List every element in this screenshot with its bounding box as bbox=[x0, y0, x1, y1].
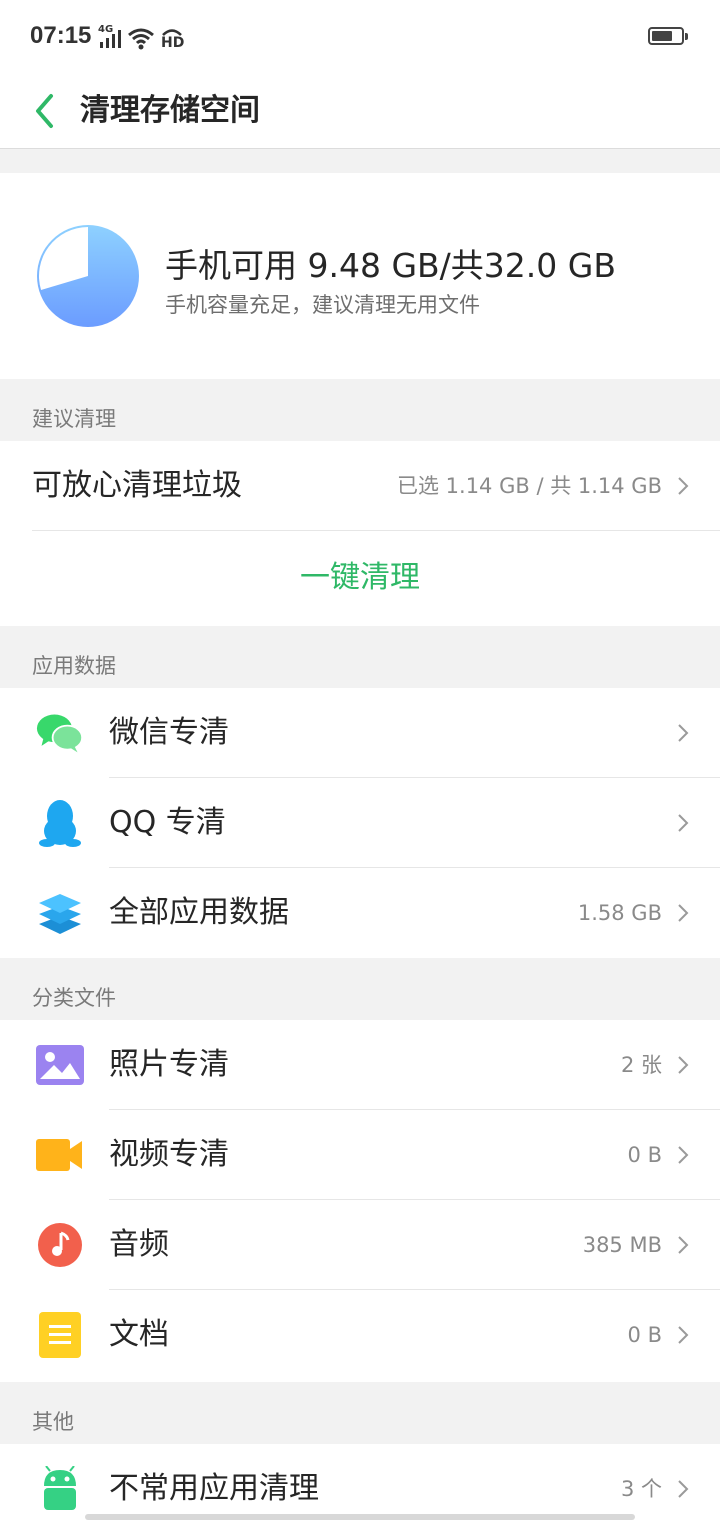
list-item-label: QQ 专清 bbox=[109, 805, 226, 840]
battery-level bbox=[652, 31, 672, 41]
storage-pie-chart-icon bbox=[37, 225, 139, 327]
safe-junk-row[interactable]: 可放心清理垃圾 已选 1.14 GB / 共 1.14 GB bbox=[0, 441, 720, 531]
wechat-icon bbox=[36, 709, 84, 757]
qq-icon bbox=[36, 799, 84, 847]
layers-icon bbox=[36, 889, 84, 937]
list-item-label: 音频 bbox=[109, 1227, 169, 1262]
section-header-files: 分类文件 bbox=[0, 958, 720, 1020]
chevron-right-icon bbox=[678, 1480, 689, 1498]
list-item-value: 385 MB bbox=[582, 1233, 662, 1257]
chevron-right-icon bbox=[678, 814, 689, 832]
section-title: 分类文件 bbox=[32, 986, 116, 1010]
section-header-app-data: 应用数据 bbox=[0, 626, 720, 688]
chevron-right-icon bbox=[678, 1236, 689, 1254]
chevron-right-icon bbox=[678, 1146, 689, 1164]
storage-summary: 手机可用 9.48 GB/共32.0 GB bbox=[165, 246, 616, 285]
home-indicator[interactable] bbox=[85, 1514, 635, 1520]
wifi-icon bbox=[128, 28, 154, 50]
chevron-right-icon bbox=[678, 724, 689, 742]
app-header: 清理存储空间 bbox=[0, 75, 720, 149]
section-header-suggested: 建议清理 bbox=[0, 379, 720, 441]
music-icon bbox=[36, 1221, 84, 1269]
section-title: 建议清理 bbox=[32, 407, 116, 431]
hd-label: HD bbox=[161, 35, 185, 51]
list-item-photos[interactable]: 照片专清 2 张 bbox=[0, 1020, 720, 1110]
android-icon bbox=[36, 1465, 84, 1513]
other-block: 不常用应用清理 3 个 bbox=[0, 1444, 720, 1520]
list-item-value: 1.58 GB bbox=[577, 901, 662, 925]
safe-junk-label: 可放心清理垃圾 bbox=[32, 468, 242, 503]
hd-call-icon: HD bbox=[160, 26, 185, 51]
section-header-other: 其他 bbox=[0, 1382, 720, 1444]
chevron-left-icon bbox=[36, 94, 53, 128]
status-bar: 07:15 4G HD bbox=[0, 0, 720, 75]
list-item-label: 文档 bbox=[109, 1317, 169, 1352]
chevron-right-icon bbox=[678, 1056, 689, 1074]
list-item-videos[interactable]: 视频专清 0 B bbox=[0, 1110, 720, 1200]
page-title: 清理存储空间 bbox=[80, 93, 260, 128]
battery-icon bbox=[648, 27, 688, 45]
storage-summary-card: 手机可用 9.48 GB/共32.0 GB 手机容量充足，建议清理无用文件 bbox=[0, 173, 720, 379]
status-icons: 4G HD bbox=[98, 24, 185, 51]
signal-icon: 4G bbox=[98, 24, 122, 50]
list-item-qq[interactable]: QQ 专清 bbox=[0, 778, 720, 868]
document-icon bbox=[36, 1311, 84, 1359]
section-title: 应用数据 bbox=[32, 654, 116, 678]
list-item-label: 不常用应用清理 bbox=[109, 1471, 319, 1506]
list-item-label: 全部应用数据 bbox=[109, 895, 289, 930]
chevron-right-icon bbox=[678, 477, 689, 495]
files-block: 照片专清 2 张 视频专清 0 B 音频 385 MB 文档 0 B bbox=[0, 1020, 720, 1382]
list-item-wechat[interactable]: 微信专清 bbox=[0, 688, 720, 778]
suggested-block: 可放心清理垃圾 已选 1.14 GB / 共 1.14 GB 一键清理 bbox=[0, 441, 720, 626]
list-item-audio[interactable]: 音频 385 MB bbox=[0, 1200, 720, 1290]
list-item-value: 2 张 bbox=[620, 1053, 662, 1077]
chevron-right-icon bbox=[678, 1326, 689, 1344]
list-item-value: 0 B bbox=[627, 1323, 662, 1347]
section-title: 其他 bbox=[32, 1410, 74, 1434]
list-item-all-app-data[interactable]: 全部应用数据 1.58 GB bbox=[0, 868, 720, 958]
list-item-label: 视频专清 bbox=[109, 1137, 229, 1172]
video-icon bbox=[36, 1131, 84, 1179]
storage-hint: 手机容量充足，建议清理无用文件 bbox=[165, 293, 480, 317]
app-data-block: 微信专清 QQ 专清 全部应用数据 1.58 GB bbox=[0, 688, 720, 958]
one-key-clean-button[interactable]: 一键清理 bbox=[0, 531, 720, 625]
list-item-label: 微信专清 bbox=[109, 715, 229, 750]
safe-junk-size: 已选 1.14 GB / 共 1.14 GB bbox=[396, 474, 662, 498]
list-item-unused-apps[interactable]: 不常用应用清理 3 个 bbox=[0, 1444, 720, 1520]
back-button[interactable] bbox=[24, 83, 64, 139]
list-item-label: 照片专清 bbox=[109, 1047, 229, 1082]
list-item-documents[interactable]: 文档 0 B bbox=[0, 1290, 720, 1380]
list-item-value: 3 个 bbox=[620, 1477, 662, 1501]
photo-icon bbox=[36, 1041, 84, 1089]
chevron-right-icon bbox=[678, 904, 689, 922]
list-item-value: 0 B bbox=[627, 1143, 662, 1167]
status-time: 07:15 bbox=[30, 22, 92, 49]
